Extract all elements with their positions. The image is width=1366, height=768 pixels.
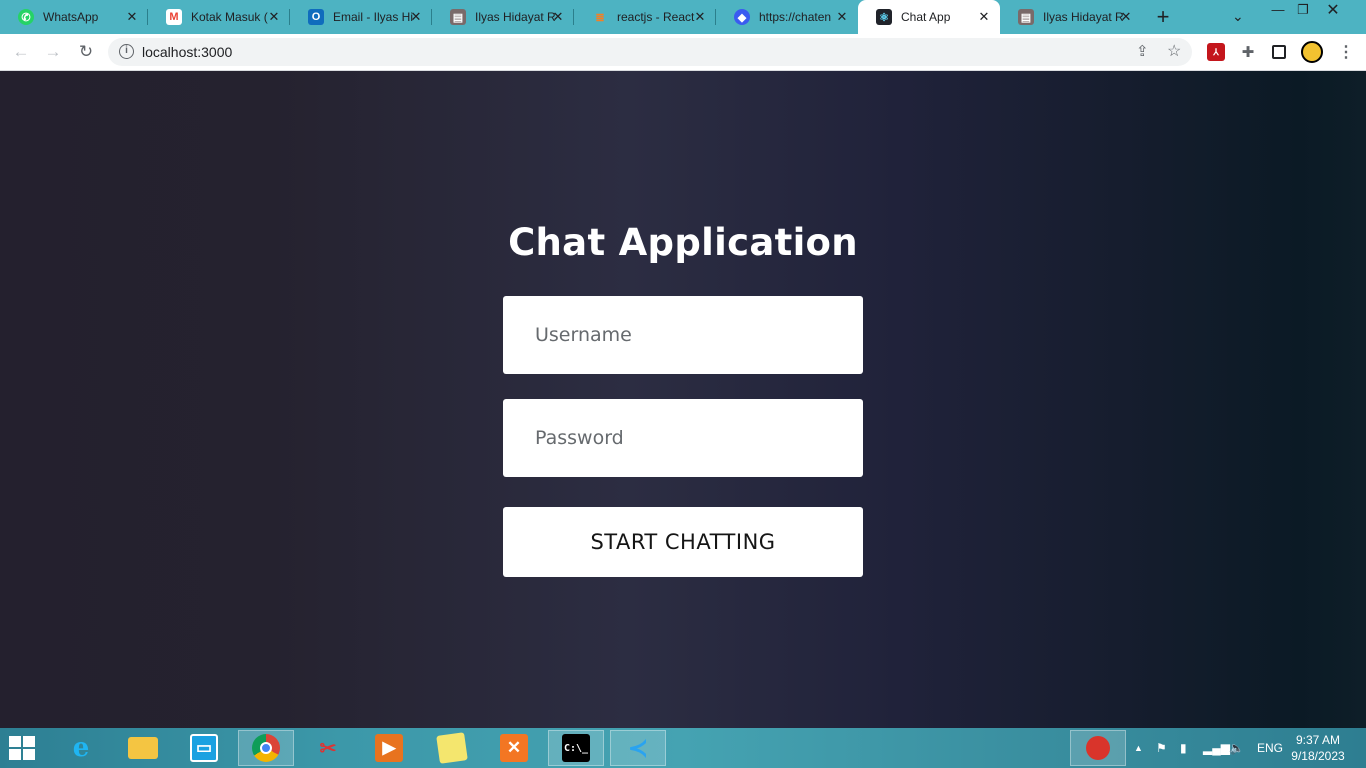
xampp-icon[interactable]: ✕: [486, 730, 542, 766]
page-icon: ▤: [1018, 9, 1034, 25]
media-player-icon[interactable]: ▶: [361, 730, 417, 766]
browser-toolbar: ← → ↻ i localhost:3000 ⇪ ☆ ⅄ ✚ ⋮: [0, 34, 1366, 71]
internet-explorer-icon[interactable]: e: [53, 730, 109, 766]
info-icon[interactable]: i: [119, 44, 134, 59]
vscode-icon[interactable]: ≺: [610, 730, 666, 766]
tab-label: Chat App: [901, 10, 951, 24]
sticky-notes-icon[interactable]: [424, 730, 480, 766]
action-center-icon[interactable]: [1070, 728, 1126, 768]
page-icon: ▤: [450, 9, 466, 25]
store-icon[interactable]: ▭: [176, 730, 232, 766]
tab-label: https://chaten: [759, 10, 832, 24]
close-icon[interactable]: ✕: [550, 9, 566, 25]
close-icon[interactable]: ✕: [834, 9, 850, 25]
react-icon: ⚛: [876, 9, 892, 25]
windows-start-icon[interactable]: [9, 736, 37, 760]
new-tab-button[interactable]: +: [1152, 6, 1174, 28]
clock-time: 9:37 AM: [1295, 733, 1341, 747]
tab-label: Ilyas Hidayat R: [1043, 10, 1124, 24]
windows-taskbar: e ▭ ✂ ▶ ✕ C:\_ ≺ ▲ ⚑ ▮ ▂▄▆ 🔈 ENG 9:37 AM…: [0, 728, 1366, 768]
tab-label: reactjs - React: [617, 10, 695, 24]
tab-profile-page-2[interactable]: ▤ Ilyas Hidayat R ✕: [1000, 0, 1142, 34]
tab-label: WhatsApp: [43, 10, 99, 24]
tab-label: Ilyas Hidayat R: [475, 10, 556, 24]
url-text[interactable]: localhost:3000: [142, 44, 232, 60]
chevron-down-icon[interactable]: ⌄: [1232, 8, 1244, 25]
password-input[interactable]: [503, 399, 863, 477]
bookmark-star-icon[interactable]: ☆: [1167, 41, 1181, 61]
tab-chatengine[interactable]: ◆ https://chaten ✕: [716, 0, 858, 34]
chatengine-icon: ◆: [734, 9, 750, 25]
flag-icon[interactable]: ⚑: [1156, 728, 1167, 768]
tab-outlook[interactable]: O Email - Ilyas Hi ✕: [290, 0, 432, 34]
close-window-icon[interactable]: ✕: [1318, 0, 1348, 20]
tab-whatsapp[interactable]: ✆ WhatsApp ✕: [0, 0, 148, 34]
stackoverflow-icon: ≣: [595, 11, 605, 24]
chrome-icon[interactable]: [238, 730, 294, 766]
tab-gmail[interactable]: M Kotak Masuk ( ✕: [148, 0, 290, 34]
back-icon[interactable]: ←: [10, 41, 32, 63]
page-title: Chat Application: [508, 221, 858, 264]
clock-date: 9/18/2023: [1291, 749, 1345, 763]
file-explorer-icon[interactable]: [115, 730, 171, 766]
tab-stackoverflow[interactable]: ≣ reactjs - React ✕: [574, 0, 716, 34]
show-hidden-icons-icon[interactable]: ▲: [1134, 728, 1143, 768]
system-clock[interactable]: 9:37 AM 9/18/2023: [1283, 732, 1353, 764]
reload-icon[interactable]: ↻: [75, 41, 97, 63]
tab-profile-page[interactable]: ▤ Ilyas Hidayat R ✕: [432, 0, 574, 34]
network-signal-icon[interactable]: ▂▄▆: [1203, 728, 1230, 768]
tab-chat-app[interactable]: ⚛ Chat App ✕: [858, 0, 1000, 34]
restore-icon[interactable]: ❐: [1288, 2, 1318, 18]
close-icon[interactable]: ✕: [266, 9, 282, 25]
chat-login-page: Chat Application START CHATTING: [0, 71, 1366, 728]
tab-label: Email - Ilyas Hi: [333, 10, 414, 24]
cmd-icon[interactable]: C:\_: [548, 730, 604, 766]
address-bar[interactable]: i localhost:3000 ⇪ ☆: [108, 38, 1192, 66]
forward-icon[interactable]: →: [42, 41, 64, 63]
start-chatting-button[interactable]: START CHATTING: [503, 507, 863, 577]
close-icon[interactable]: ✕: [124, 9, 140, 25]
close-icon[interactable]: ✕: [976, 9, 992, 25]
language-indicator[interactable]: ENG: [1257, 728, 1283, 768]
avatar[interactable]: [1301, 41, 1323, 63]
side-panel-icon[interactable]: [1272, 45, 1286, 59]
username-input[interactable]: [503, 296, 863, 374]
close-icon[interactable]: ✕: [692, 9, 708, 25]
snipping-tool-icon[interactable]: ✂: [300, 730, 356, 766]
outlook-icon: O: [308, 9, 324, 25]
close-icon[interactable]: ✕: [1118, 9, 1134, 25]
tab-strip: ✆ WhatsApp ✕ M Kotak Masuk ( ✕ O Email -…: [0, 0, 1366, 34]
close-icon[interactable]: ✕: [408, 9, 424, 25]
share-icon[interactable]: ⇪: [1136, 42, 1149, 60]
volume-icon[interactable]: 🔈: [1229, 728, 1244, 768]
whatsapp-icon: ✆: [18, 9, 34, 25]
menu-kebab-icon[interactable]: ⋮: [1337, 43, 1355, 61]
tab-label: Kotak Masuk (: [191, 10, 268, 24]
gmail-icon: M: [166, 9, 182, 25]
acrobat-extension-icon[interactable]: ⅄: [1207, 43, 1225, 61]
battery-icon[interactable]: ▮: [1180, 728, 1187, 768]
extensions-puzzle-icon[interactable]: ✚: [1239, 43, 1257, 61]
